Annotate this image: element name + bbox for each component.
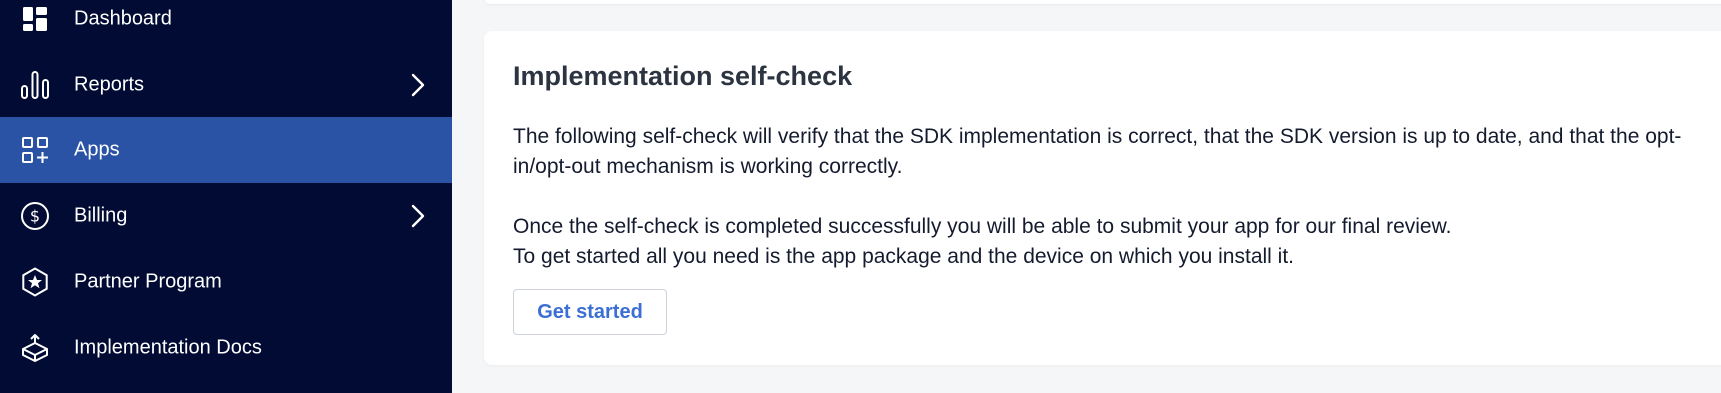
sidebar-item-label: Implementation Docs xyxy=(74,336,262,359)
bar-chart-icon xyxy=(20,70,50,100)
package-box-icon xyxy=(20,333,50,363)
sidebar-item-billing[interactable]: $ Billing xyxy=(0,183,452,249)
sidebar-item-dashboard[interactable]: Dashboard xyxy=(0,0,452,52)
sidebar-item-label: Partner Program xyxy=(74,270,222,293)
chevron-right-icon xyxy=(408,73,428,97)
sidebar-item-label: Reports xyxy=(74,73,145,96)
star-badge-icon xyxy=(20,267,50,297)
get-started-button[interactable]: Get started xyxy=(513,289,667,335)
sidebar-item-label: Dashboard xyxy=(74,7,172,30)
card-title: Implementation self-check xyxy=(513,61,853,91)
self-check-card: Implementation self-check The following … xyxy=(484,31,1721,365)
svg-text:$: $ xyxy=(30,207,40,226)
chevron-right-icon xyxy=(408,204,428,228)
instructions-line-1: Once the self-check is completed success… xyxy=(513,215,1452,238)
sidebar-item-reports[interactable]: Reports xyxy=(0,52,452,118)
instructions-line-2: To get started all you need is the app p… xyxy=(513,245,1294,268)
apps-grid-icon xyxy=(20,135,50,165)
sidebar-item-label: Billing xyxy=(74,204,128,227)
sidebar-item-partner-program[interactable]: Partner Program xyxy=(0,249,452,315)
sidebar-item-apps[interactable]: Apps xyxy=(0,117,452,183)
card-instructions: Once the self-check is completed success… xyxy=(513,212,1713,272)
sidebar: Dashboard Reports Apps $ Billing Partner… xyxy=(0,0,452,393)
card-description: The following self-check will verify tha… xyxy=(513,125,1682,178)
previous-card xyxy=(484,0,1721,4)
sidebar-item-implementation-docs[interactable]: Implementation Docs xyxy=(0,315,452,381)
dashboard-icon xyxy=(20,4,50,34)
sidebar-item-label: Apps xyxy=(74,138,120,161)
dollar-circle-icon: $ xyxy=(20,201,50,231)
